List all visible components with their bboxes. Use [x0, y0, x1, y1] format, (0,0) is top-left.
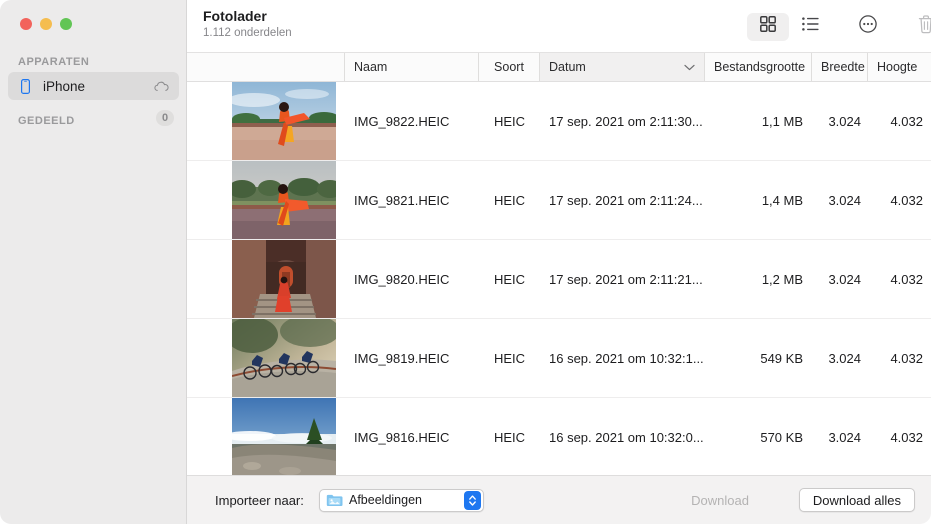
- title-block: Fotolader 1.112 onderdelen: [203, 8, 292, 41]
- cell-filesize: 1,4 MB: [761, 192, 803, 208]
- column-header-height[interactable]: Hoogte: [868, 53, 931, 81]
- cell-filesize: 570 KB: [760, 429, 803, 445]
- thumbnail-cell[interactable]: [187, 161, 345, 240]
- toolbar-buttons: [747, 0, 931, 53]
- table-row[interactable]: IMG_9822.HEIC HEIC 17 sep. 2021 om 2:11:…: [187, 82, 931, 161]
- thumbnail-cell[interactable]: [187, 319, 345, 398]
- chevron-up-down-icon[interactable]: [464, 490, 481, 510]
- destination-popup-value: Afbeeldingen: [349, 493, 422, 507]
- table-column-headers: Naam Soort Datum Bestandsgrootte Breedte: [187, 53, 931, 82]
- column-header-kind[interactable]: Soort: [479, 53, 540, 81]
- sidebar-item-label: iPhone: [43, 78, 86, 94]
- cell-name: IMG_9821.HEIC: [354, 192, 450, 208]
- shared-count-badge: 0: [156, 110, 174, 126]
- chevron-down-icon: [684, 64, 695, 71]
- cell-kind: HEIC: [493, 271, 526, 287]
- grid-view-button[interactable]: [747, 12, 789, 41]
- column-header-label: Breedte: [821, 60, 865, 74]
- cell-height: 4.032: [890, 271, 923, 287]
- column-header-label: Naam: [354, 60, 388, 74]
- download-all-button[interactable]: Download alles: [798, 488, 915, 512]
- thumbnail-cell[interactable]: [187, 240, 345, 319]
- sidebar-item-iphone[interactable]: iPhone: [8, 72, 179, 100]
- minimize-button[interactable]: [40, 18, 52, 30]
- ellipsis-circle-icon: [859, 15, 877, 38]
- cell-height: 4.032: [890, 429, 923, 445]
- item-count-subtitle: 1.112 onderdelen: [203, 27, 292, 39]
- thumbnail-cell[interactable]: [187, 398, 345, 475]
- zoom-button[interactable]: [60, 18, 72, 30]
- more-options-button[interactable]: [847, 13, 889, 41]
- photo-table[interactable]: IMG_9822.HEIC HEIC 17 sep. 2021 om 2:11:…: [187, 82, 931, 475]
- bottom-bar: Importeer naar: Afbeeldingen Download Do…: [187, 475, 931, 524]
- cell-height: 4.032: [890, 113, 923, 129]
- thumbnail-cell[interactable]: [187, 82, 345, 161]
- cell-name: IMG_9816.HEIC: [354, 429, 450, 445]
- table-row[interactable]: IMG_9819.HEIC HEIC 16 sep. 2021 om 10:32…: [187, 319, 931, 398]
- column-header-label: Bestandsgrootte: [714, 60, 806, 74]
- cell-kind: HEIC: [493, 113, 526, 129]
- sidebar-group-title-gedeeld: GEDEELD: [18, 115, 75, 127]
- column-header-width[interactable]: Breedte: [812, 53, 868, 81]
- trash-icon: [918, 14, 931, 39]
- column-header-label: Datum: [549, 60, 586, 74]
- cell-filesize: 549 KB: [760, 350, 803, 366]
- cell-height: 4.032: [890, 350, 923, 366]
- table-row[interactable]: IMG_9821.HEIC HEIC 17 sep. 2021 om 2:11:…: [187, 161, 931, 240]
- image-capture-window: APPARATEN iPhone GEDEELD 0 Fotolader 1.1…: [0, 0, 931, 524]
- photo-thumbnail: [232, 82, 336, 160]
- table-row[interactable]: IMG_9816.HEIC HEIC 16 sep. 2021 om 10:32…: [187, 398, 931, 475]
- delete-button[interactable]: [905, 13, 931, 41]
- cell-height: 4.032: [890, 192, 923, 208]
- column-header-filesize[interactable]: Bestandsgrootte: [705, 53, 812, 81]
- cell-width: 3.024: [828, 429, 861, 445]
- photo-thumbnail: [232, 319, 336, 397]
- column-header-label: Hoogte: [877, 60, 918, 74]
- cell-width: 3.024: [828, 271, 861, 287]
- window-controls: [20, 18, 72, 30]
- grid-icon: [760, 16, 776, 37]
- list-view-button[interactable]: [789, 13, 831, 41]
- cell-kind: HEIC: [493, 192, 526, 208]
- page-title: Fotolader: [203, 8, 267, 24]
- import-to-label: Importeer naar:: [215, 492, 304, 508]
- column-header-label: Soort: [494, 60, 524, 74]
- sidebar: APPARATEN iPhone GEDEELD 0: [0, 0, 187, 524]
- column-header-thumbnail[interactable]: [187, 53, 345, 81]
- photo-thumbnail: [232, 161, 336, 239]
- main-area: Fotolader 1.112 onderdelen Naam Soort Da…: [187, 0, 931, 524]
- folder-pictures-icon: [326, 493, 343, 507]
- cell-filesize: 1,1 MB: [761, 113, 803, 129]
- cell-name: IMG_9819.HEIC: [354, 350, 450, 366]
- cell-width: 3.024: [828, 113, 861, 129]
- toolbar: Fotolader 1.112 onderdelen: [187, 0, 931, 53]
- cell-width: 3.024: [828, 192, 861, 208]
- cell-filesize: 1,2 MB: [761, 271, 803, 287]
- cell-name: IMG_9822.HEIC: [354, 113, 450, 129]
- cell-date: 16 sep. 2021 om 10:32:0...: [549, 429, 704, 445]
- cell-date: 17 sep. 2021 om 2:11:21...: [549, 271, 703, 287]
- eject-cloud-icon[interactable]: [153, 81, 169, 92]
- photo-thumbnail: [232, 398, 336, 475]
- table-row[interactable]: IMG_9820.HEIC HEIC 17 sep. 2021 om 2:11:…: [187, 240, 931, 319]
- cell-kind: HEIC: [493, 350, 526, 366]
- cell-name: IMG_9820.HEIC: [354, 271, 450, 287]
- photo-thumbnail: [232, 240, 336, 318]
- close-button[interactable]: [20, 18, 32, 30]
- cell-kind: HEIC: [493, 429, 526, 445]
- column-header-date[interactable]: Datum: [540, 53, 705, 81]
- column-header-name[interactable]: Naam: [345, 53, 479, 81]
- iphone-icon: [18, 78, 32, 94]
- cell-date: 16 sep. 2021 om 10:32:1...: [549, 350, 704, 366]
- sidebar-group-title-apparaten: APPARATEN: [18, 56, 90, 68]
- download-button[interactable]: Download: [677, 488, 763, 512]
- list-icon: [801, 17, 819, 36]
- cell-date: 17 sep. 2021 om 2:11:24...: [549, 192, 703, 208]
- cell-date: 17 sep. 2021 om 2:11:30...: [549, 113, 703, 129]
- cell-width: 3.024: [828, 350, 861, 366]
- destination-popup-button[interactable]: Afbeeldingen: [319, 488, 484, 512]
